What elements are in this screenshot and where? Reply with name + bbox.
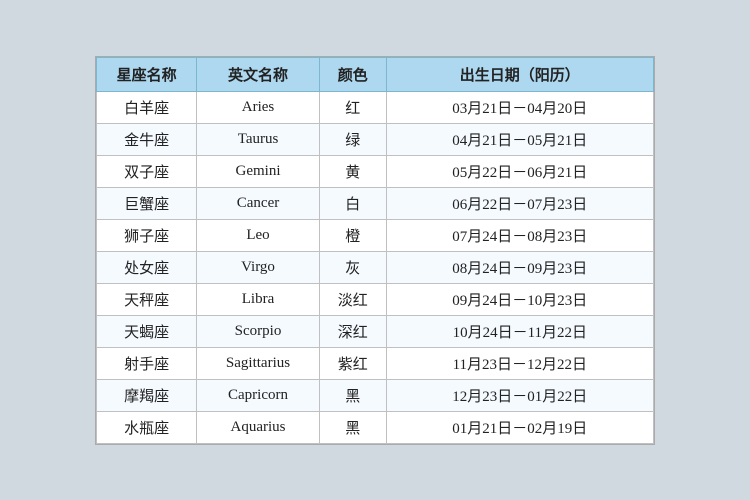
cell-en-name: Capricorn [197,379,320,411]
cell-date: 05月22日－06月21日 [386,155,653,187]
table-header-row: 星座名称 英文名称 颜色 出生日期（阳历） [97,57,654,91]
table-row: 巨蟹座Cancer白06月22日－07月23日 [97,187,654,219]
cell-date: 10月24日－11月22日 [386,315,653,347]
cell-date: 09月24日－10月23日 [386,283,653,315]
table-row: 天蝎座Scorpio深红10月24日－11月22日 [97,315,654,347]
cell-zh-name: 摩羯座 [97,379,197,411]
cell-color: 深红 [319,315,386,347]
table-row: 摩羯座Capricorn黑12月23日－01月22日 [97,379,654,411]
cell-color: 绿 [319,123,386,155]
table-row: 处女座Virgo灰08月24日－09月23日 [97,251,654,283]
zodiac-table-container: 星座名称 英文名称 颜色 出生日期（阳历） 白羊座Aries红03月21日－04… [95,56,655,445]
cell-zh-name: 水瓶座 [97,411,197,443]
cell-date: 08月24日－09月23日 [386,251,653,283]
header-color: 颜色 [319,57,386,91]
cell-color: 淡红 [319,283,386,315]
cell-color: 橙 [319,219,386,251]
cell-date: 11月23日－12月22日 [386,347,653,379]
cell-date: 06月22日－07月23日 [386,187,653,219]
cell-date: 12月23日－01月22日 [386,379,653,411]
table-row: 天秤座Libra淡红09月24日－10月23日 [97,283,654,315]
table-row: 狮子座Leo橙07月24日－08月23日 [97,219,654,251]
cell-color: 白 [319,187,386,219]
cell-zh-name: 白羊座 [97,91,197,123]
cell-color: 黑 [319,411,386,443]
cell-zh-name: 双子座 [97,155,197,187]
zodiac-table: 星座名称 英文名称 颜色 出生日期（阳历） 白羊座Aries红03月21日－04… [96,57,654,444]
table-row: 白羊座Aries红03月21日－04月20日 [97,91,654,123]
cell-color: 红 [319,91,386,123]
cell-en-name: Aquarius [197,411,320,443]
cell-en-name: Cancer [197,187,320,219]
header-en-name: 英文名称 [197,57,320,91]
cell-color: 黄 [319,155,386,187]
cell-zh-name: 射手座 [97,347,197,379]
cell-en-name: Sagittarius [197,347,320,379]
cell-en-name: Libra [197,283,320,315]
cell-zh-name: 狮子座 [97,219,197,251]
cell-date: 03月21日－04月20日 [386,91,653,123]
cell-en-name: Gemini [197,155,320,187]
cell-en-name: Virgo [197,251,320,283]
header-zh-name: 星座名称 [97,57,197,91]
cell-zh-name: 金牛座 [97,123,197,155]
header-date: 出生日期（阳历） [386,57,653,91]
cell-color: 黑 [319,379,386,411]
cell-zh-name: 处女座 [97,251,197,283]
cell-en-name: Aries [197,91,320,123]
table-row: 金牛座Taurus绿04月21日－05月21日 [97,123,654,155]
cell-zh-name: 天秤座 [97,283,197,315]
cell-en-name: Taurus [197,123,320,155]
table-row: 射手座Sagittarius紫红11月23日－12月22日 [97,347,654,379]
table-row: 双子座Gemini黄05月22日－06月21日 [97,155,654,187]
cell-color: 灰 [319,251,386,283]
table-row: 水瓶座Aquarius黑01月21日－02月19日 [97,411,654,443]
cell-date: 07月24日－08月23日 [386,219,653,251]
cell-en-name: Leo [197,219,320,251]
cell-zh-name: 天蝎座 [97,315,197,347]
cell-zh-name: 巨蟹座 [97,187,197,219]
cell-date: 01月21日－02月19日 [386,411,653,443]
cell-date: 04月21日－05月21日 [386,123,653,155]
cell-color: 紫红 [319,347,386,379]
cell-en-name: Scorpio [197,315,320,347]
